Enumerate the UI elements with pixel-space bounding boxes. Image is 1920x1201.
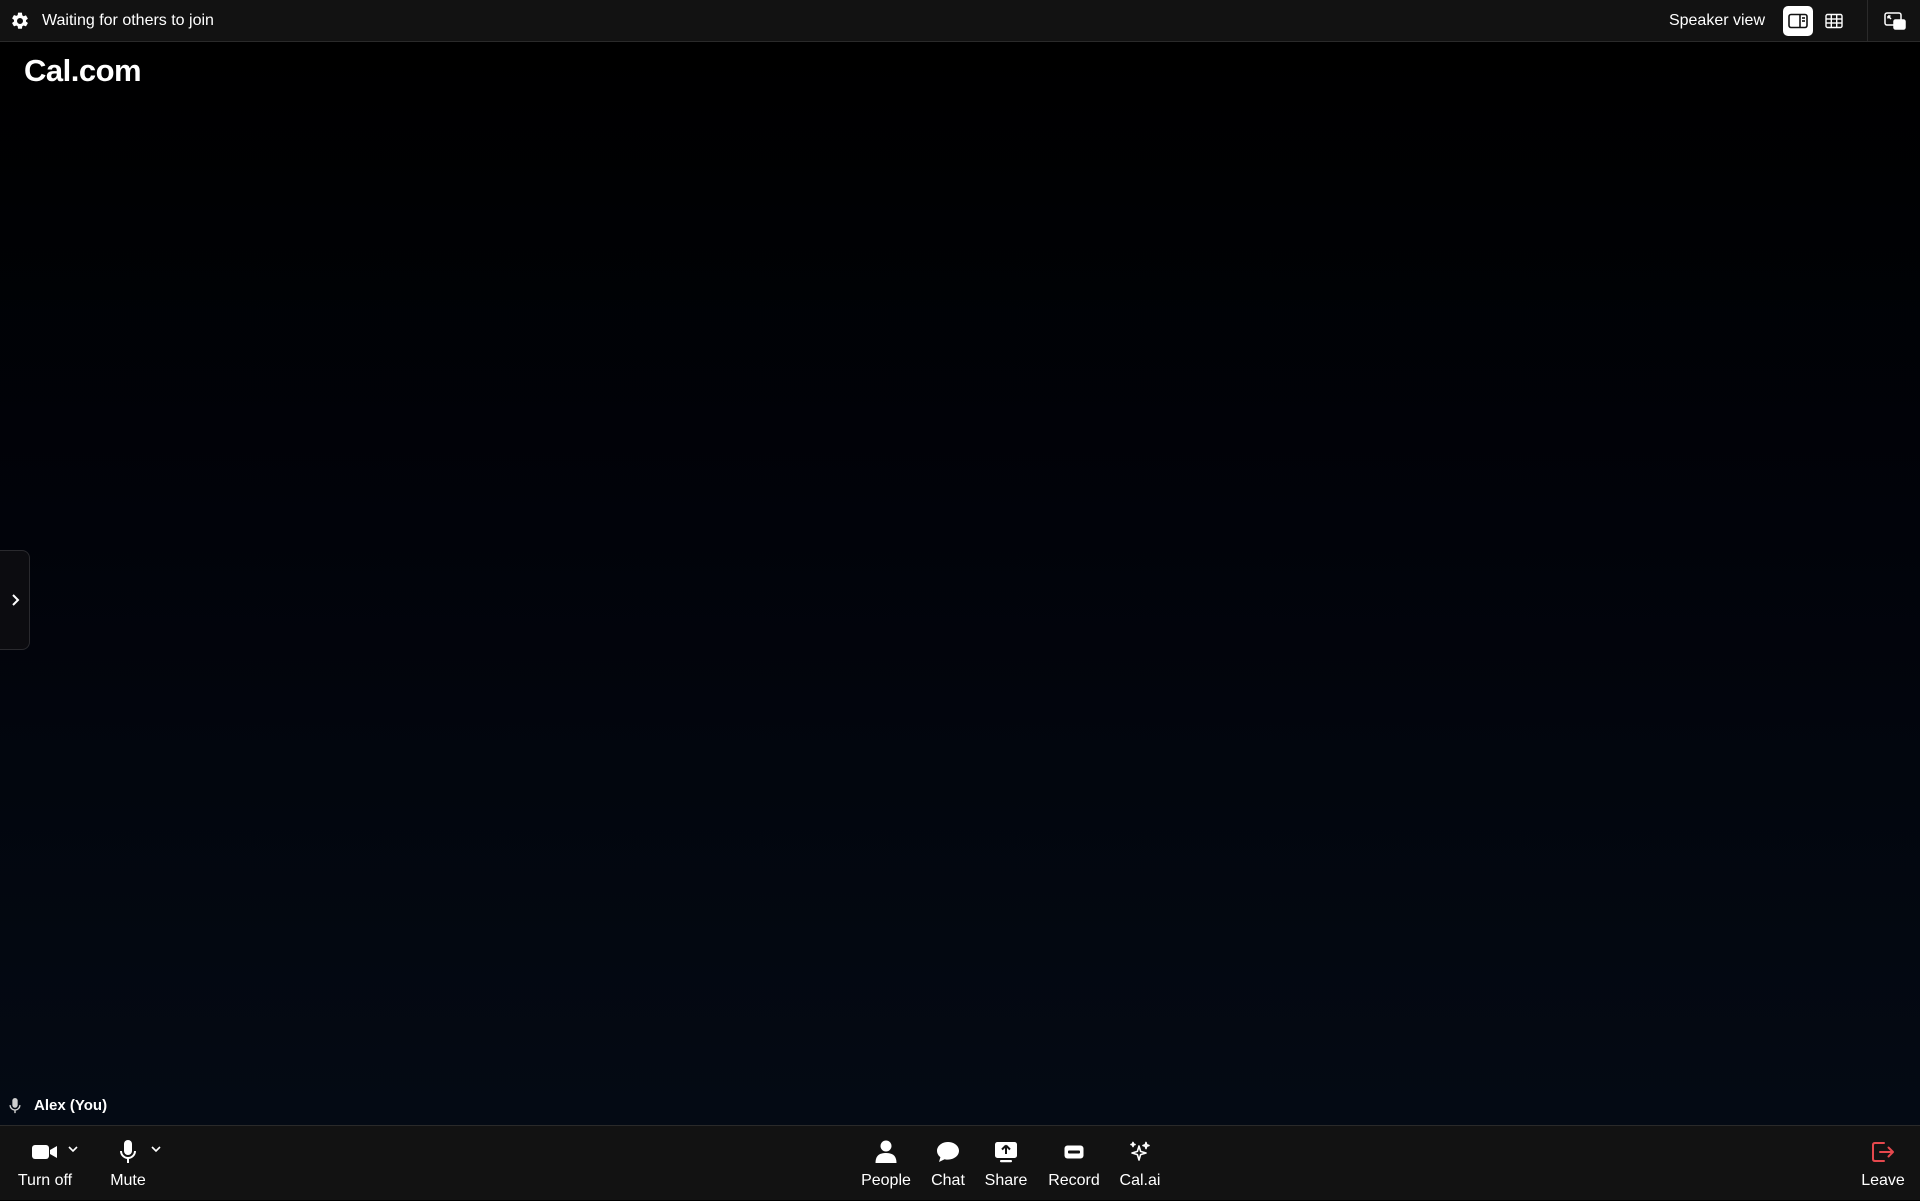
top-bar: Waiting for others to join Speaker view [0, 0, 1920, 42]
camera-icon [32, 1143, 58, 1161]
people-label: People [861, 1172, 911, 1189]
mute-label: Mute [110, 1172, 146, 1189]
person-icon [875, 1140, 897, 1164]
participant-name: Alex (You) [34, 1097, 108, 1114]
grid-view-icon [1825, 13, 1843, 29]
share-screen-button[interactable]: Share [980, 1126, 1032, 1201]
leave-button[interactable]: Leave [1858, 1126, 1908, 1201]
mute-toggle-button[interactable]: Mute [100, 1126, 156, 1201]
control-bar: Turn off Mute People Chat Share Record C… [0, 1125, 1920, 1200]
camera-toggle-button[interactable]: Turn off [14, 1126, 76, 1201]
leave-label: Leave [1861, 1172, 1905, 1189]
video-stage: Cal.com Alex (You) [0, 43, 1920, 1125]
sparkle-icon [1129, 1141, 1151, 1163]
chat-bubble-icon [936, 1141, 960, 1163]
mic-options-chevron-down-icon[interactable] [150, 1140, 162, 1158]
chat-label: Chat [931, 1172, 965, 1189]
cal-com-logo: Cal.com [24, 53, 142, 88]
share-label: Share [984, 1172, 1028, 1189]
waiting-status: Waiting for others to join [42, 11, 214, 29]
sidebar-toggle-button[interactable] [0, 550, 30, 650]
cal-ai-label: Cal.ai [1119, 1172, 1161, 1189]
picture-in-picture-icon [1884, 11, 1906, 30]
top-bar-right: Speaker view [1668, 0, 1910, 42]
leave-icon [1871, 1141, 1895, 1163]
speaker-view-button[interactable] [1783, 5, 1813, 36]
microphone-icon [119, 1140, 137, 1164]
chevron-right-icon [10, 593, 20, 607]
camera-label: Turn off [17, 1172, 73, 1189]
picture-in-picture-button[interactable] [1880, 6, 1910, 36]
camera-options-chevron-down-icon[interactable] [67, 1140, 79, 1158]
record-label: Record [1048, 1172, 1100, 1189]
participant-label: Alex (You) [8, 1097, 107, 1114]
speaker-view-icon [1788, 13, 1808, 29]
grid-view-button[interactable] [1819, 6, 1849, 36]
chat-button[interactable]: Chat [923, 1126, 973, 1201]
view-mode-label: Speaker view [1668, 11, 1765, 29]
top-bar-left: Waiting for others to join [10, 11, 214, 31]
cal-ai-button[interactable]: Cal.ai [1114, 1126, 1166, 1201]
gear-icon[interactable] [10, 11, 30, 31]
record-button[interactable]: Record [1044, 1126, 1104, 1201]
share-screen-icon [994, 1141, 1018, 1163]
people-button[interactable]: People [858, 1126, 914, 1201]
record-icon [1064, 1145, 1084, 1159]
top-bar-divider [1867, 0, 1868, 42]
microphone-icon [8, 1097, 22, 1114]
